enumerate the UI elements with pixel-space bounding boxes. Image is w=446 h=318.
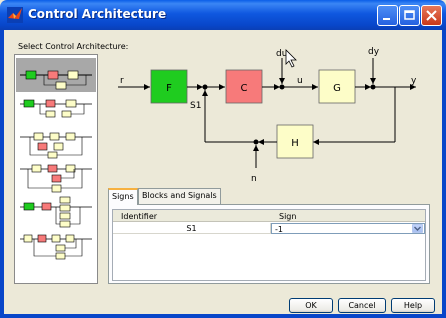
window-frame-bottom	[0, 314, 446, 318]
architecture-thumbnail-3	[20, 132, 92, 159]
table-row[interactable]: S1 -1	[113, 223, 425, 234]
mouse-cursor-icon	[285, 49, 297, 68]
window-frame-left	[0, 30, 4, 318]
maximize-icon	[404, 10, 415, 20]
chevron-down-icon	[414, 226, 421, 231]
close-icon	[426, 10, 437, 21]
tab-signs[interactable]: Signs	[108, 188, 138, 205]
table-header: Identifier Sign	[113, 210, 425, 222]
signs-panel: Identifier Sign S1 -1	[108, 204, 430, 284]
signal-label-n: n	[251, 174, 257, 184]
signal-label-r: r	[120, 76, 124, 86]
signs-table: Identifier Sign S1 -1	[112, 209, 426, 281]
ok-button[interactable]: OK	[289, 298, 333, 313]
dropdown-arrow-button[interactable]	[412, 224, 423, 233]
window-frame-right	[442, 30, 446, 318]
architecture-item-4[interactable]	[16, 161, 96, 195]
signal-label-dy: dy	[368, 47, 380, 57]
minimize-icon	[383, 18, 390, 20]
title-bar[interactable]: Control Architecture	[0, 0, 446, 30]
sum-junction-s1	[202, 84, 208, 90]
matlab-icon	[7, 7, 23, 23]
maximize-button[interactable]	[399, 5, 420, 26]
window-title: Control Architecture	[28, 7, 167, 21]
cancel-button[interactable]: Cancel	[338, 298, 386, 313]
architecture-thumbnail-6	[20, 234, 92, 260]
tab-container: Signs Blocks and Signals Identifier Sign…	[108, 188, 430, 284]
column-header-sign[interactable]: Sign	[275, 210, 296, 222]
sum-junction-dy	[370, 84, 376, 90]
architecture-item-6[interactable]	[16, 229, 96, 263]
architecture-item-3[interactable]	[16, 127, 96, 161]
architecture-item-1[interactable]	[16, 58, 96, 92]
sum-junction-du	[279, 84, 285, 90]
architecture-list[interactable]	[14, 54, 98, 284]
signal-label-u: u	[297, 76, 303, 86]
signal-label-s1: S1	[190, 101, 201, 111]
close-button[interactable]	[421, 5, 442, 26]
block-label-h: H	[291, 138, 299, 149]
block-label-c: C	[241, 83, 248, 94]
block-label-f: F	[166, 83, 172, 94]
architecture-thumbnail-2	[20, 99, 92, 118]
minimize-button[interactable]	[377, 5, 398, 26]
architecture-thumbnail-1	[20, 70, 92, 90]
help-button[interactable]: Help	[391, 298, 435, 313]
column-header-identifier[interactable]: Identifier	[117, 210, 157, 222]
architecture-thumbnail-4	[20, 164, 92, 193]
identifier-cell: S1	[113, 223, 271, 234]
block-diagram: F C G H r du u dy y S1 n	[118, 47, 417, 184]
tab-blocks-and-signals[interactable]: Blocks and Signals	[138, 188, 221, 204]
sign-dropdown-value: -1	[275, 225, 283, 234]
block-label-g: G	[333, 83, 341, 94]
sign-dropdown[interactable]: -1	[271, 223, 425, 234]
architecture-item-2[interactable]	[16, 93, 96, 127]
sum-junction-n	[253, 139, 259, 145]
signal-label-y: y	[411, 76, 417, 86]
architecture-item-5[interactable]	[16, 195, 96, 229]
architecture-thumbnail-5	[20, 196, 92, 228]
